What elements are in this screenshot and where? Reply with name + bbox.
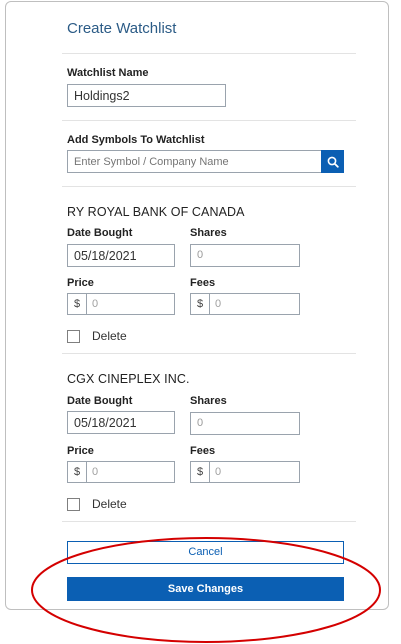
panel-title: Create Watchlist (67, 20, 177, 37)
search-icon (327, 156, 339, 168)
fees-value[interactable]: 0 (210, 462, 299, 482)
date-bought-label: Date Bought (67, 395, 133, 407)
watchlist-name-label: Watchlist Name (67, 67, 149, 79)
currency-prefix: $ (191, 294, 210, 314)
currency-prefix: $ (68, 462, 87, 482)
divider (62, 353, 356, 354)
fees-label: Fees (190, 445, 216, 457)
delete-checkbox-row[interactable]: Delete (67, 497, 127, 511)
watchlist-name-input[interactable]: Holdings2 (67, 84, 226, 107)
divider (62, 521, 356, 522)
shares-label: Shares (190, 395, 227, 407)
add-symbols-label: Add Symbols To Watchlist (67, 134, 205, 146)
currency-prefix: $ (68, 294, 87, 314)
shares-label: Shares (190, 227, 227, 239)
price-value[interactable]: 0 (87, 294, 174, 314)
fees-input[interactable]: $ 0 (190, 293, 300, 315)
shares-input[interactable]: 0 (190, 244, 300, 267)
cancel-button[interactable]: Cancel (67, 541, 344, 564)
delete-label: Delete (92, 497, 127, 511)
shares-input[interactable]: 0 (190, 412, 300, 435)
save-changes-button[interactable]: Save Changes (67, 577, 344, 601)
holding-name: RY ROYAL BANK OF CANADA (67, 205, 245, 219)
divider (62, 53, 356, 54)
delete-checkbox-row[interactable]: Delete (67, 329, 127, 343)
price-value[interactable]: 0 (87, 462, 174, 482)
divider (62, 120, 356, 121)
price-label: Price (67, 445, 94, 457)
price-label: Price (67, 277, 94, 289)
price-input[interactable]: $ 0 (67, 461, 175, 483)
search-button[interactable] (321, 150, 344, 173)
holding-name: CGX CINEPLEX INC. (67, 372, 190, 386)
delete-checkbox[interactable] (67, 329, 80, 343)
fees-input[interactable]: $ 0 (190, 461, 300, 483)
price-input[interactable]: $ 0 (67, 293, 175, 315)
delete-label: Delete (92, 329, 127, 343)
delete-checkbox[interactable] (67, 497, 80, 511)
date-bought-input[interactable]: 05/18/2021 (67, 244, 175, 267)
divider (62, 186, 356, 187)
fees-label: Fees (190, 277, 216, 289)
fees-value[interactable]: 0 (210, 294, 299, 314)
date-bought-input[interactable]: 05/18/2021 (67, 411, 175, 434)
date-bought-label: Date Bought (67, 227, 133, 239)
symbol-search-field[interactable] (67, 150, 321, 173)
symbol-search-input[interactable] (68, 151, 321, 172)
currency-prefix: $ (191, 462, 210, 482)
